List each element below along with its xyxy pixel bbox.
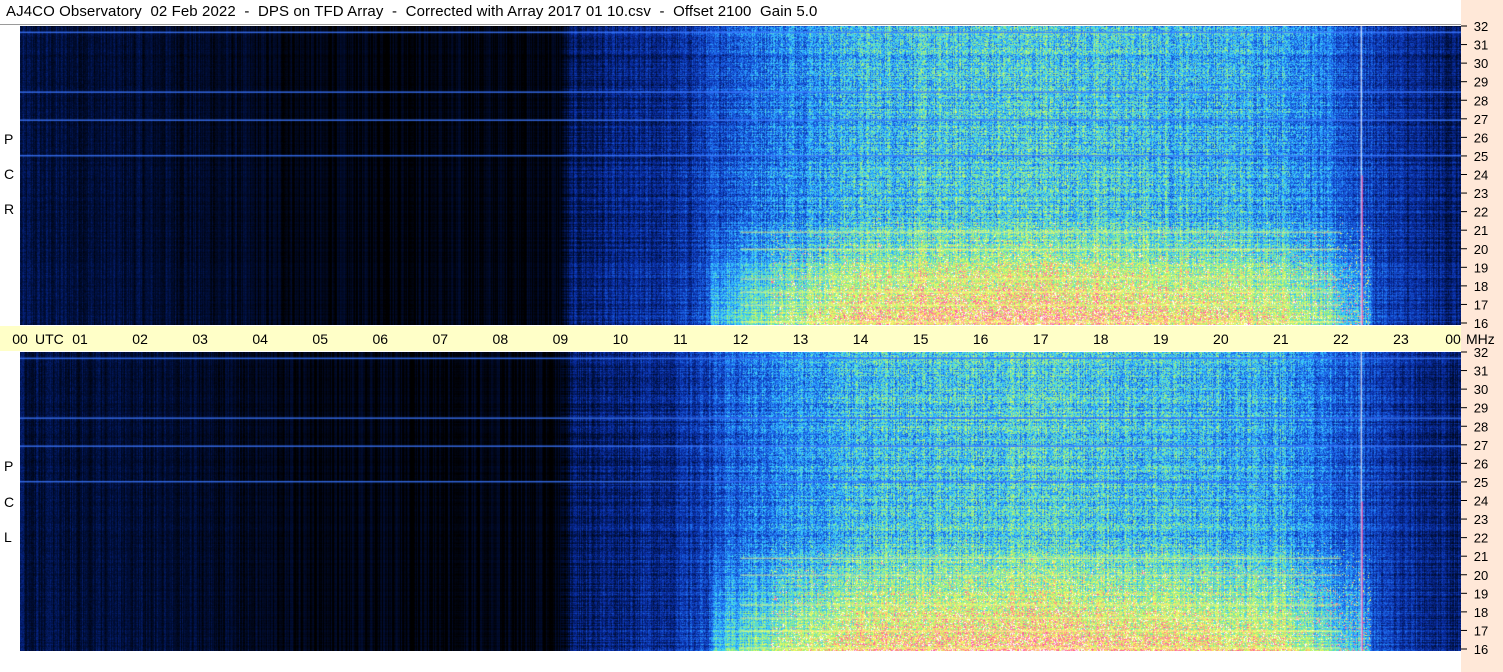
y-tick-label: 20 bbox=[1474, 242, 1488, 257]
y-tick-label: 26 bbox=[1474, 130, 1488, 145]
title-divider bbox=[0, 24, 1503, 25]
y-tick-label: 31 bbox=[1474, 364, 1488, 379]
x-tick-label: 20 bbox=[1213, 331, 1229, 347]
y-tick-label: 28 bbox=[1474, 93, 1488, 108]
y-tick-label: 29 bbox=[1474, 401, 1488, 416]
x-tick-label: 13 bbox=[792, 331, 809, 347]
x-tick-label: 16 bbox=[972, 331, 989, 347]
x-tick-label: 10 bbox=[612, 331, 629, 347]
x-tick-label: 03 bbox=[192, 331, 208, 347]
y-tick-label: 32 bbox=[1474, 345, 1488, 360]
y-tick-label: 27 bbox=[1474, 438, 1488, 453]
y-tick-label: 30 bbox=[1474, 56, 1488, 71]
y-tick-label: 23 bbox=[1474, 512, 1488, 527]
y-tick-label: 29 bbox=[1474, 75, 1488, 90]
rcp-spectrogram bbox=[20, 26, 1461, 325]
x-tick-label: 11 bbox=[673, 331, 688, 347]
x-tick-label: 19 bbox=[1152, 331, 1169, 347]
y-tick-label: 20 bbox=[1474, 568, 1488, 583]
y-tick-label: 17 bbox=[1474, 297, 1488, 312]
y-tick-label: 21 bbox=[1474, 549, 1488, 564]
y-tick-label: 17 bbox=[1474, 623, 1488, 638]
x-tick-label: 21 bbox=[1273, 331, 1289, 347]
lcp-spectrogram bbox=[20, 352, 1461, 651]
x-tick-label: 01 bbox=[72, 331, 88, 347]
x-tick-label: 06 bbox=[372, 331, 389, 347]
x-tick-label: 05 bbox=[312, 331, 328, 347]
y-tick-label: 26 bbox=[1474, 456, 1488, 471]
x-tick-label: 00 bbox=[1445, 331, 1461, 347]
y-tick-label: 28 bbox=[1474, 419, 1488, 434]
x-tick-label: 09 bbox=[552, 331, 569, 347]
y-tick-label: 24 bbox=[1474, 494, 1488, 509]
y-axis-label: MHz bbox=[1466, 331, 1495, 347]
x-tick-label: 15 bbox=[912, 331, 929, 347]
x-tick-label: 18 bbox=[1092, 331, 1109, 347]
x-tick-label: 22 bbox=[1333, 331, 1349, 347]
time-axis: 00 01 02 03 04 05 06 07 08 09 10 11 12 13 14 15 16 17 18 19… bbox=[0, 326, 1461, 351]
x-tick-label: 07 bbox=[432, 331, 449, 347]
y-tick-label: 19 bbox=[1474, 586, 1488, 601]
y-tick-label: 25 bbox=[1474, 149, 1488, 164]
x-tick-label: 00 bbox=[12, 331, 28, 347]
y-tick-label: 30 bbox=[1474, 382, 1488, 397]
y-tick-label: 22 bbox=[1474, 205, 1488, 220]
y-tick-label: 27 bbox=[1474, 112, 1488, 127]
y-tick-label: 25 bbox=[1474, 475, 1488, 490]
y-tick-label: 19 bbox=[1474, 260, 1488, 275]
x-tick-label: 14 bbox=[852, 331, 869, 347]
x-tick-label: 08 bbox=[492, 331, 509, 347]
y-tick-label: 18 bbox=[1474, 279, 1488, 294]
x-axis-label: UTC bbox=[35, 331, 64, 347]
chart-title: AJ4CO Observatory 02 Feb 2022 - DPS on T… bbox=[6, 3, 818, 20]
y-tick-label: 16 bbox=[1474, 316, 1488, 331]
x-tick-label: 04 bbox=[252, 331, 268, 347]
y-tick-label: 16 bbox=[1474, 642, 1488, 657]
y-tick-label: 18 bbox=[1474, 605, 1488, 620]
x-tick-label: 02 bbox=[132, 331, 148, 347]
x-tick-label: 23 bbox=[1393, 331, 1409, 347]
x-tick-label: 17 bbox=[1032, 331, 1049, 347]
y-tick-label: 31 bbox=[1474, 38, 1488, 53]
x-tick-label: 12 bbox=[732, 331, 749, 347]
y-tick-label: 24 bbox=[1474, 168, 1488, 183]
y-tick-label: 32 bbox=[1474, 19, 1488, 34]
y-tick-label: 22 bbox=[1474, 531, 1488, 546]
y-tick-label: 21 bbox=[1474, 223, 1488, 238]
y-tick-label: 23 bbox=[1474, 186, 1488, 201]
